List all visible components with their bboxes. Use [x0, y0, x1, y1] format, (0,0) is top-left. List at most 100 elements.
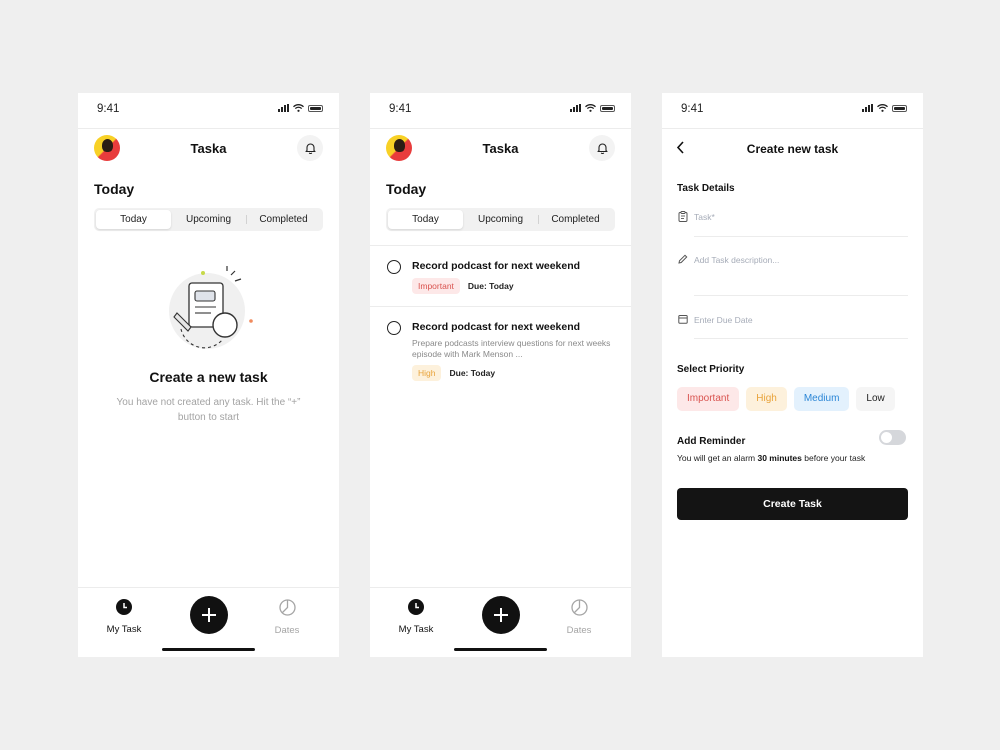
status-icons — [570, 104, 615, 112]
calendar-icon — [678, 315, 688, 324]
app-header: Taska — [78, 129, 339, 173]
task-meta: Important Due: Today — [412, 278, 615, 294]
bell-icon — [304, 143, 316, 154]
priority-medium-button[interactable]: Medium — [793, 387, 850, 411]
tab-upcoming[interactable]: Upcoming — [171, 210, 246, 229]
plus-icon — [202, 608, 216, 622]
notification-button[interactable] — [297, 135, 323, 161]
add-reminder-label: Add Reminder — [677, 436, 746, 447]
task-meta: High Due: Today — [412, 365, 615, 381]
create-task-button[interactable]: Create Task — [677, 488, 908, 520]
add-task-button[interactable] — [190, 596, 228, 634]
priority-badge: Important — [412, 278, 460, 294]
status-icons — [278, 104, 323, 112]
task-item[interactable]: Record podcast for next weekend Importan… — [370, 246, 631, 307]
select-priority-label: Select Priority — [677, 364, 745, 375]
reminder-text-after: before your task — [801, 453, 866, 463]
battery-icon — [600, 104, 615, 112]
tabbar-my-task-label: My Task — [106, 624, 142, 635]
clock-icon — [408, 599, 424, 615]
priority-options: Important High Medium Low — [677, 387, 908, 411]
reminder-toggle[interactable] — [879, 430, 906, 445]
task-title: Record podcast for next weekend — [412, 260, 581, 272]
signal-icon — [570, 104, 581, 112]
pencil-icon — [678, 254, 688, 264]
bottom-tab-bar: My Task Dates — [78, 587, 339, 657]
task-title: Record podcast for next weekend — [412, 321, 581, 333]
clock-icon — [116, 599, 132, 615]
reminder-row: Add Reminder — [677, 430, 908, 447]
bell-icon — [596, 143, 608, 154]
status-bar: 9:41 — [78, 93, 339, 129]
reminder-description: You will get an alarm 30 minutes before … — [677, 453, 908, 463]
signal-icon — [278, 104, 289, 112]
tabbar-my-task[interactable]: My Task — [94, 599, 154, 635]
segmented-tabs: Today Upcoming Completed — [386, 208, 615, 231]
segmented-tabs: Today Upcoming Completed — [94, 208, 323, 231]
task-description-placeholder: Add Task description... — [694, 255, 780, 265]
tabbar-dates[interactable]: Dates — [549, 599, 609, 636]
section-title: Today — [94, 181, 135, 197]
task-due: Due: Today — [467, 281, 514, 291]
phone-create-task: 9:41 Create new task Task Details Task* … — [662, 93, 923, 657]
bottom-tab-bar: My Task Dates — [370, 587, 631, 657]
section-title: Today — [386, 181, 427, 197]
create-task-form: Task Details Task* Add Task description.… — [662, 183, 923, 520]
status-time: 9:41 — [97, 103, 120, 115]
status-time: 9:41 — [389, 103, 412, 115]
due-date-field[interactable]: Enter Due Date — [677, 315, 908, 325]
reminder-duration: 30 minutes — [757, 453, 802, 463]
phone-task-list: 9:41 Taska Today Today Upcoming Complete… — [370, 93, 631, 657]
pie-chart-icon — [278, 599, 296, 616]
signal-icon — [862, 104, 873, 112]
tab-completed[interactable]: Completed — [538, 210, 613, 229]
home-indicator — [454, 648, 547, 651]
priority-high-button[interactable]: High — [746, 387, 787, 411]
wifi-icon — [293, 104, 304, 112]
clipboard-icon — [678, 211, 688, 222]
home-indicator — [162, 648, 255, 651]
page-title: Create new task — [746, 142, 839, 156]
tabbar-dates-label: Dates — [274, 625, 300, 636]
status-bar: 9:41 — [662, 93, 923, 129]
task-checkbox[interactable] — [387, 260, 401, 274]
notification-button[interactable] — [589, 135, 615, 161]
empty-heading: Create a new task — [149, 369, 268, 385]
battery-icon — [892, 104, 907, 112]
tabbar-my-task-label: My Task — [398, 624, 434, 635]
wifi-icon — [877, 104, 888, 112]
create-header: Create new task — [662, 129, 923, 169]
task-name-placeholder: Task* — [694, 212, 715, 222]
status-icons — [862, 104, 907, 112]
priority-low-button[interactable]: Low — [856, 387, 895, 411]
add-task-button[interactable] — [482, 596, 520, 634]
task-list: Record podcast for next weekend Importan… — [370, 245, 631, 393]
tab-upcoming[interactable]: Upcoming — [463, 210, 538, 229]
battery-icon — [308, 104, 323, 112]
task-details-label: Task Details — [677, 183, 735, 194]
task-name-field[interactable]: Task* — [677, 211, 908, 222]
tabbar-dates[interactable]: Dates — [257, 599, 317, 636]
priority-badge: High — [412, 365, 442, 381]
empty-task-illustration — [168, 266, 253, 349]
status-bar: 9:41 — [370, 93, 631, 129]
divider — [694, 338, 908, 339]
task-item[interactable]: Record podcast for next weekend Prepare … — [370, 307, 631, 393]
status-time: 9:41 — [681, 103, 704, 115]
tab-today[interactable]: Today — [388, 210, 463, 229]
pie-chart-icon — [570, 599, 588, 616]
task-checkbox[interactable] — [387, 321, 401, 335]
empty-state: Create a new task You have not created a… — [78, 265, 339, 425]
task-description: Prepare podcasts interview questions for… — [412, 338, 611, 359]
divider — [694, 236, 908, 237]
wifi-icon — [585, 104, 596, 112]
divider — [694, 295, 908, 296]
tabbar-my-task[interactable]: My Task — [386, 599, 446, 635]
task-description-field[interactable]: Add Task description... — [677, 254, 908, 265]
plus-icon — [494, 608, 508, 622]
priority-important-button[interactable]: Important — [677, 387, 740, 411]
tab-today[interactable]: Today — [96, 210, 171, 229]
phone-empty-state: 9:41 Taska Today Today Upcoming Complete… — [78, 93, 339, 657]
tab-completed[interactable]: Completed — [246, 210, 321, 229]
tabbar-dates-label: Dates — [566, 625, 592, 636]
